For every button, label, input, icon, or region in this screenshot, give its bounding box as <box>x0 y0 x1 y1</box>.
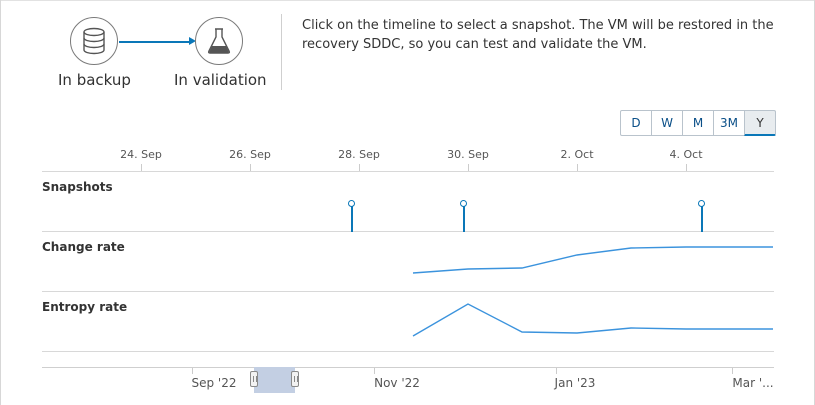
entropy-rate-line <box>412 303 773 337</box>
change-rate-line <box>412 246 773 274</box>
navigator-tick <box>374 368 375 374</box>
navigator-label: Sep '22 <box>191 376 237 390</box>
navigator-label: Nov '22 <box>374 376 420 390</box>
navigator-left-handle[interactable] <box>250 371 258 387</box>
navigator-tick <box>732 368 733 374</box>
navigator-window[interactable] <box>254 367 295 393</box>
navigator-tick <box>192 368 193 374</box>
navigator-right-handle[interactable] <box>291 371 299 387</box>
navigator-axis <box>42 367 774 368</box>
navigator-tick <box>556 368 557 374</box>
navigator-label: Mar '... <box>732 376 774 390</box>
navigator-label: Jan '23 <box>554 376 596 390</box>
rate-chart <box>412 246 773 337</box>
